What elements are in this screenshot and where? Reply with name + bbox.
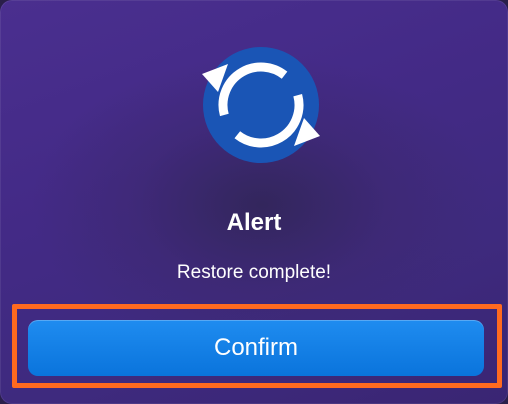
alert-dialog: Alert Restore complete! Confirm bbox=[0, 0, 508, 404]
sync-arrows-icon bbox=[202, 47, 320, 163]
dialog-message: Restore complete! bbox=[176, 262, 332, 283]
confirm-button[interactable]: Confirm bbox=[28, 320, 484, 376]
dialog-title: Alert bbox=[226, 209, 282, 236]
